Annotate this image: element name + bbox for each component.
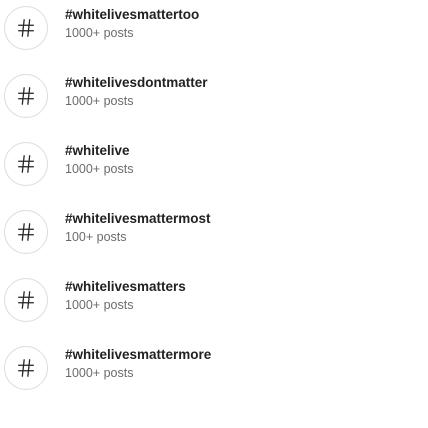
hashtag-post-count: 1000+ posts: [65, 366, 134, 380]
hashtag-icon: [4, 278, 48, 322]
hashtag-name: #whitelive: [65, 143, 130, 158]
hashtag-icon: [4, 74, 48, 118]
hashtag-result-item[interactable]: #whitelivesmatters 1000+ posts: [0, 275, 428, 325]
hashtag-post-count: 1000+ posts: [65, 94, 134, 108]
hashtag-result-item[interactable]: #whitelive 1000+ posts: [0, 139, 428, 189]
hashtag-results-list: #whitelivesmattertoo 1000+ posts #whitel…: [0, 0, 428, 428]
hashtag-result-item[interactable]: #whitelivesdontmatter 1000+ posts: [0, 71, 428, 121]
hashtag-icon: [4, 346, 48, 390]
hashtag-name: #whitelivesmattertoo: [65, 7, 200, 22]
hashtag-name: #whitelivesmattermore: [65, 347, 212, 362]
hashtag-result-item[interactable]: #whitelivesmattertoo 1000+ posts: [0, 3, 428, 53]
hashtag-post-count: 1000+ posts: [65, 26, 134, 40]
hashtag-icon: [4, 210, 48, 254]
hashtag-name: #whitelivesmattermost: [65, 211, 211, 226]
hashtag-icon: [4, 142, 48, 186]
hashtag-name: #whitelivesmatters: [65, 279, 186, 294]
hashtag-icon: [4, 6, 48, 50]
hashtag-result-item[interactable]: #whitelivesmattermost 100+ posts: [0, 207, 428, 257]
hashtag-post-count: 100+ posts: [65, 230, 127, 244]
hashtag-name: #whitelivesdontmatter: [65, 75, 208, 90]
hashtag-post-count: 1000+ posts: [65, 298, 134, 312]
hashtag-post-count: 1000+ posts: [65, 162, 134, 176]
hashtag-result-item[interactable]: #whitelivesmattermore 1000+ posts: [0, 343, 428, 393]
